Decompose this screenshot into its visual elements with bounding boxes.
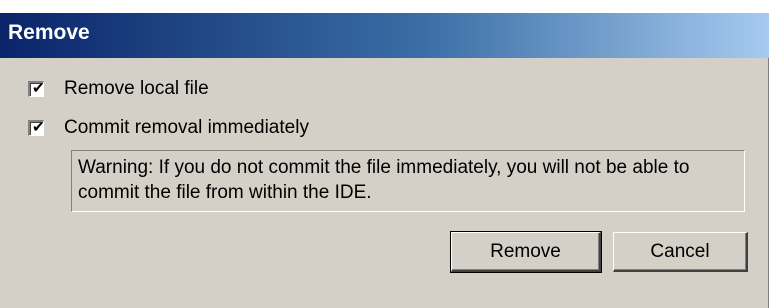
remove-dialog: Remove ✔ Remove local file ✔ Commit remo… xyxy=(0,0,769,308)
remove-local-label: Remove local file xyxy=(64,78,209,99)
commit-now-checkbox[interactable]: ✔ xyxy=(28,118,45,136)
title-bar[interactable]: Remove xyxy=(0,12,769,58)
check-mark-icon: ✔ xyxy=(32,118,45,136)
check-mark-icon: ✔ xyxy=(32,79,45,97)
commit-now-row[interactable]: ✔ Commit removal immediately xyxy=(28,116,309,140)
commit-now-label: Commit removal immediately xyxy=(64,117,309,138)
remove-local-checkbox[interactable]: ✔ xyxy=(28,79,45,97)
warning-text-box: Warning: If you do not commit the file i… xyxy=(71,150,745,212)
dialog-title: Remove xyxy=(8,21,90,44)
cancel-button[interactable]: Cancel xyxy=(613,232,748,272)
top-strip xyxy=(0,0,769,12)
remove-button[interactable]: Remove xyxy=(450,231,602,273)
remove-local-row[interactable]: ✔ Remove local file xyxy=(28,77,209,101)
